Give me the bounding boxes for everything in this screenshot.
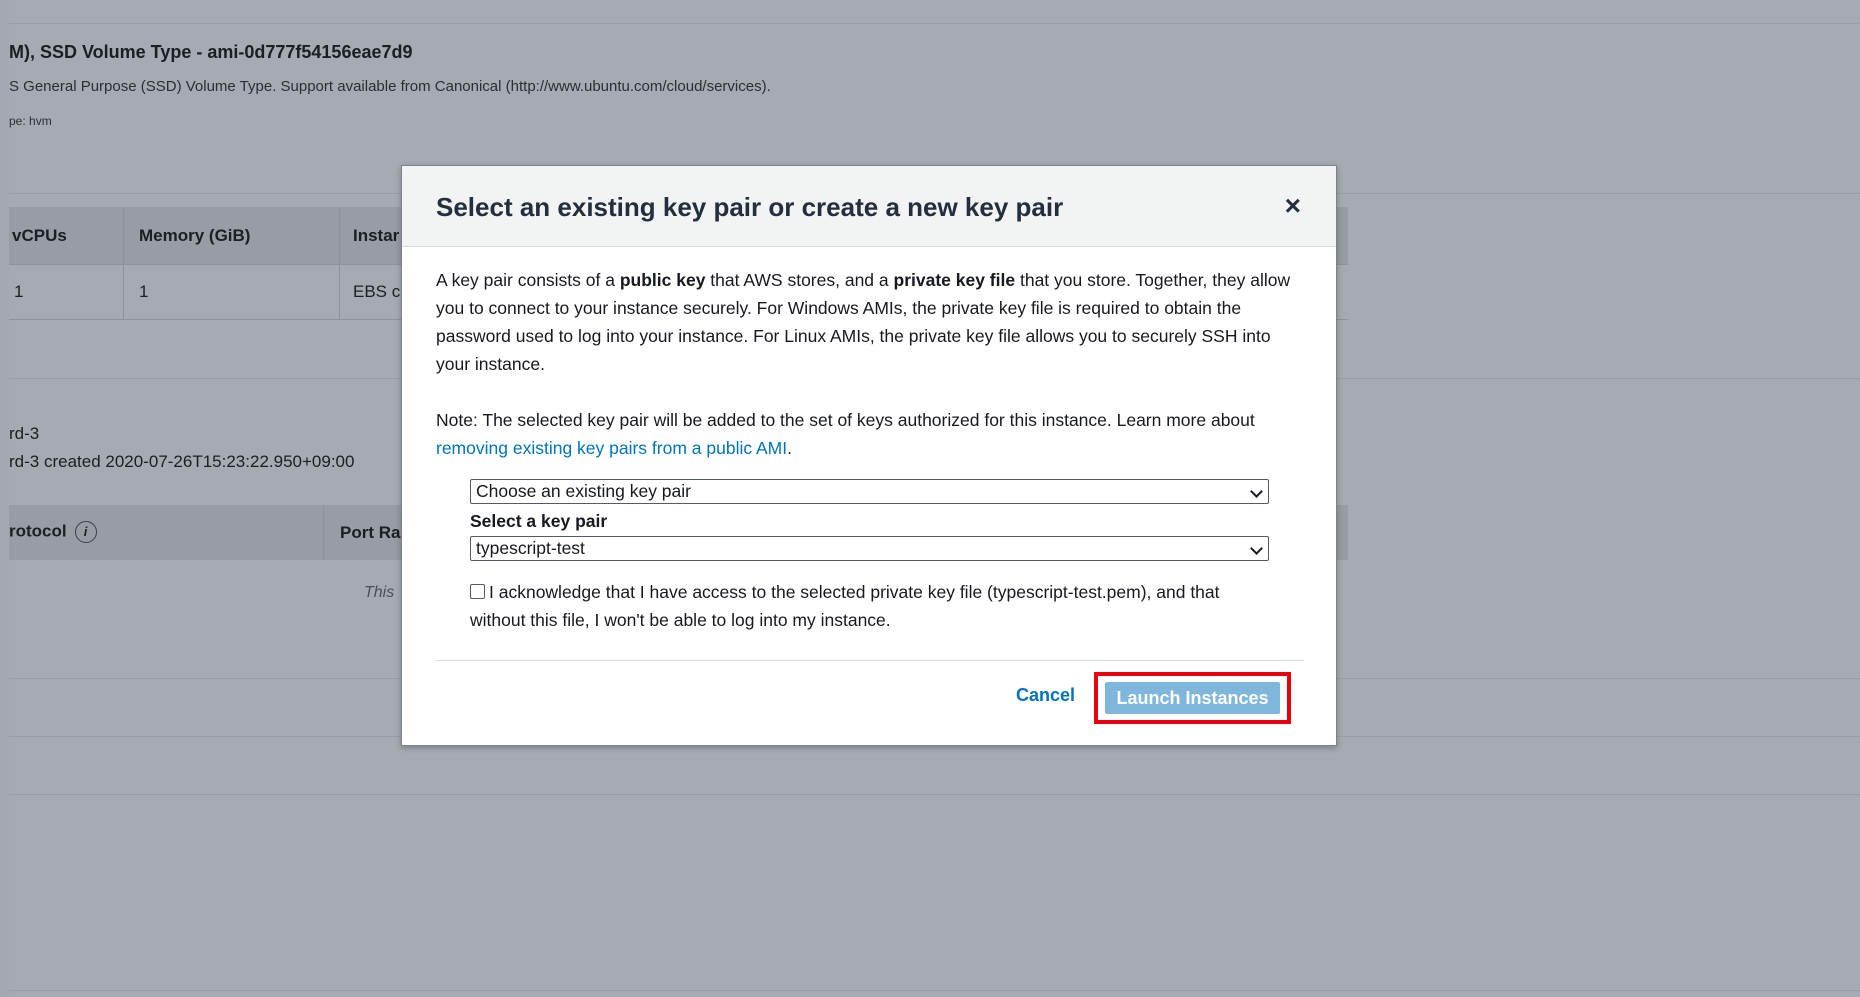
cell-instance-storage: EBS c (353, 282, 401, 301)
info-icon[interactable]: i (74, 521, 97, 543)
column-divider (323, 505, 324, 560)
key-pair-action-select[interactable]: Choose an existing key pair (470, 479, 1269, 504)
dialog-header: Select an existing key pair or create a … (402, 166, 1336, 247)
launch-highlight: Launch Instances (1094, 672, 1291, 724)
acknowledge-row: I acknowledge that I have access to the … (470, 578, 1270, 634)
launch-instances-button[interactable]: Launch Instances (1105, 682, 1280, 714)
column-header-memory: Memory (GiB) (139, 226, 251, 245)
dialog-title: Select an existing key pair or create a … (436, 192, 1064, 222)
acknowledge-checkbox[interactable] (470, 584, 485, 599)
security-group-name: rd-3 (9, 424, 40, 443)
column-divider (339, 207, 340, 320)
close-icon[interactable]: × (1285, 192, 1301, 220)
column-header-port-range: Port Ra (340, 523, 401, 542)
divider (9, 23, 1860, 24)
key-pair-dialog: Select an existing key pair or create a … (401, 165, 1337, 746)
key-pair-intro: A key pair consists of a public key that… (436, 270, 1291, 374)
key-pair-label: Select a key pair (470, 511, 608, 531)
acknowledge-label: I acknowledge that I have access to the … (470, 582, 1220, 630)
column-header-protocol: rotocol i (9, 521, 97, 543)
divider (9, 990, 1860, 991)
rules-empty-text: This (364, 584, 395, 601)
remove-key-pairs-link[interactable]: removing existing key pairs from a publi… (436, 438, 787, 458)
key-pair-note: Note: The selected key pair will be adde… (436, 410, 1255, 458)
chevron-down-icon (1250, 485, 1263, 498)
ami-description: S General Purpose (SSD) Volume Type. Sup… (9, 78, 771, 95)
ami-title: M), SSD Volume Type - ami-0d777f54156eae… (9, 42, 413, 62)
security-group-description: rd-3 created 2020-07-26T15:23:22.950+09:… (9, 452, 355, 471)
column-divider (123, 207, 124, 320)
chevron-down-icon (1250, 542, 1263, 555)
dialog-body: A key pair consists of a public key that… (436, 266, 1306, 462)
cell-vcpus: 1 (14, 282, 24, 301)
column-header-vcpus: vCPUs (12, 226, 67, 245)
divider (9, 794, 1860, 795)
key-pair-select[interactable]: typescript-test (470, 536, 1269, 561)
column-header-instance-storage: Instar (353, 226, 400, 245)
cell-memory: 1 (139, 282, 149, 301)
divider (436, 660, 1304, 661)
ami-virtualization: pe: hvm (9, 114, 52, 128)
cancel-button[interactable]: Cancel (1016, 685, 1075, 706)
